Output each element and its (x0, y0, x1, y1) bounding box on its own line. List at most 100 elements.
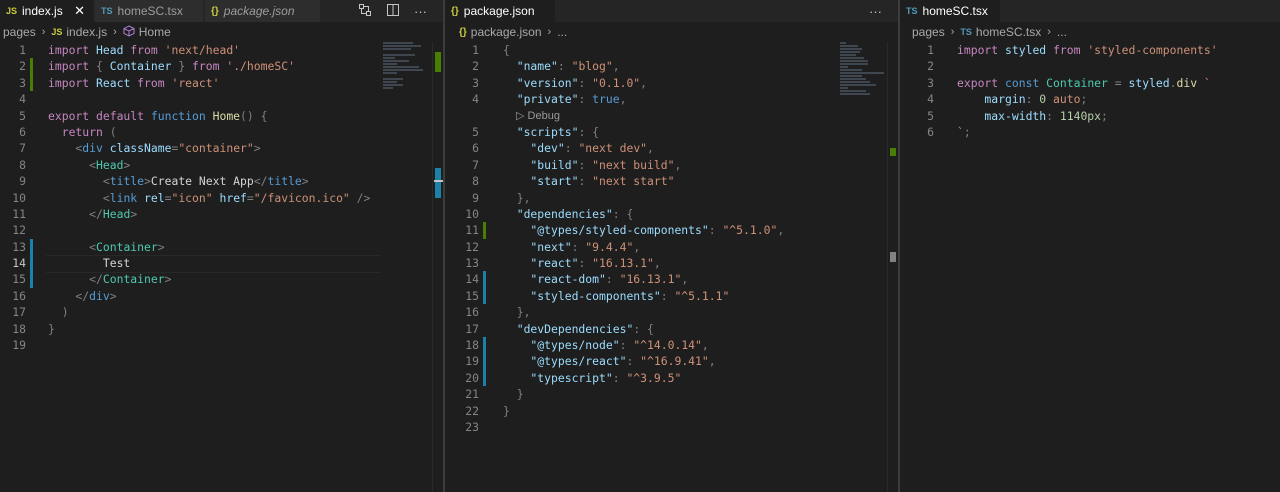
added-gutter-marker[interactable] (30, 58, 33, 75)
code-line[interactable]: 3 import React from 'react' (0, 74, 443, 92)
code-line[interactable]: 4 margin: 0 auto; (900, 91, 1280, 107)
code-line[interactable]: 8 <Head> (0, 157, 443, 173)
code-token: title (109, 174, 145, 189)
codelens-debug[interactable]: ▷ Debug (445, 108, 898, 124)
breadcrumb-item[interactable]: homeSC.tsx (976, 25, 1041, 39)
modified-gutter-marker[interactable] (483, 287, 486, 305)
code-line[interactable]: 8 "start": "next start" (445, 173, 898, 189)
line-number: 7 (472, 157, 479, 172)
more-actions-icon[interactable]: ··· (414, 4, 427, 19)
code-line[interactable]: 1 import styled from 'styled-components' (900, 42, 1280, 58)
code-line[interactable]: 11 "@types/styled-components": "^5.1.0", (445, 222, 898, 239)
code-line[interactable]: 6 return ( (0, 124, 443, 140)
scrollbar-track[interactable] (887, 42, 898, 492)
code-line[interactable]: 18 "@types/node": "^14.0.14", (445, 337, 898, 354)
breadcrumb-item[interactable]: pages (3, 25, 36, 39)
modified-gutter-marker[interactable] (30, 238, 33, 256)
code-line[interactable]: 5 export default function Home() { (0, 108, 443, 124)
code-token: : (578, 174, 593, 189)
line-number: 22 (465, 403, 479, 418)
code-line[interactable]: 16 }, (445, 304, 898, 320)
code-line[interactable]: 15 </Container> (0, 271, 443, 288)
code-line[interactable]: 15 "styled-components": "^5.1.1" (445, 287, 898, 305)
code-token: , (640, 75, 648, 90)
breadcrumb-item[interactable]: package.json (471, 25, 542, 39)
code-line[interactable]: 13 <Container> (0, 238, 443, 256)
breadcrumb-item[interactable]: ... (1057, 25, 1067, 39)
compare-icon[interactable] (358, 3, 372, 20)
tab-index-js[interactable]: JS index.js ✕ (0, 0, 93, 22)
more-actions-icon[interactable]: ··· (869, 4, 882, 19)
code-line[interactable]: 12 "next": "9.4.4", (445, 239, 898, 255)
line-number: 13 (12, 239, 26, 254)
modified-gutter-marker[interactable] (483, 337, 486, 354)
code-line[interactable]: 2 import { Container } from './homeSC' (0, 58, 443, 75)
js-file-icon: JS (6, 6, 18, 16)
breadcrumb-item[interactable]: index.js (66, 25, 107, 39)
tab-package-json[interactable]: {} package.json (205, 0, 320, 22)
added-gutter-marker[interactable] (483, 222, 486, 239)
code-token: /> (349, 190, 371, 205)
code-line[interactable]: 3 export const Container = styled.div ` (900, 75, 1280, 91)
modified-gutter-marker[interactable] (30, 255, 33, 272)
code-line[interactable]: 7 "build": "next build", (445, 157, 898, 173)
line-number: 9 (19, 174, 26, 189)
modified-gutter-marker[interactable] (483, 353, 486, 370)
close-icon[interactable]: ✕ (74, 3, 85, 19)
code-token: }, (503, 190, 531, 205)
scrollbar-track[interactable] (432, 42, 443, 492)
code-line[interactable]: 17 ) (0, 304, 443, 320)
code-line[interactable]: 14 "react-dom": "16.13.1", (445, 271, 898, 288)
code-area[interactable]: 1 import styled from 'styled-components' 2… (900, 42, 1280, 140)
code-line[interactable]: 5 max-width: 1140px; (900, 108, 1280, 124)
code-line[interactable]: 2 "name": "blog", (445, 58, 898, 74)
tab-package-json[interactable]: {} package.json (445, 0, 555, 22)
chevron-right-icon: › (547, 26, 552, 38)
code-line[interactable]: 20 "typescript": "^3.9.5" (445, 369, 898, 387)
code-line[interactable]: 21 } (445, 386, 898, 402)
tab-homesc-tsx[interactable]: TS homeSC.tsx (900, 0, 1000, 22)
code-line[interactable]: 5 "scripts": { (445, 124, 898, 140)
code-line[interactable]: 7 <div className="container"> (0, 140, 443, 156)
code-area[interactable]: 1{2 "name": "blog", 3 "version": "0.1.0",… (445, 42, 898, 435)
function-symbol-icon (123, 24, 135, 40)
code-line[interactable]: 6 "dev": "next dev", (445, 140, 898, 156)
code-line[interactable]: 9 }, (445, 190, 898, 206)
code-line[interactable]: 17 "devDependencies": { (445, 321, 898, 337)
split-editor-icon[interactable] (386, 3, 400, 20)
code-line[interactable]: 10 <link rel="icon" href="/favicon.ico" … (0, 190, 443, 206)
code-line[interactable]: 10 "dependencies": { (445, 206, 898, 222)
code-line[interactable]: 16 </div> (0, 288, 443, 304)
modified-gutter-marker[interactable] (483, 369, 486, 387)
code-line[interactable]: 13 "react": "16.13.1", (445, 255, 898, 271)
code-line[interactable]: 19 (0, 337, 443, 353)
code-line[interactable]: 23 (445, 419, 898, 435)
line-number: 12 (12, 223, 26, 238)
breadcrumb-item[interactable]: Home (139, 25, 171, 39)
code-area[interactable]: 1 import Head from 'next/head' 2 import { C… (0, 42, 443, 353)
code-line[interactable]: 4 "private": true, (445, 91, 898, 107)
code-line[interactable]: 3 "version": "0.1.0", (445, 75, 898, 91)
minimap[interactable] (383, 42, 438, 102)
code-line[interactable]: 14 Test (0, 255, 443, 274)
code-line[interactable]: 6 `; (900, 124, 1280, 140)
added-gutter-marker[interactable] (30, 74, 33, 92)
code-line[interactable]: 18} (0, 321, 443, 337)
code-line[interactable]: 1{ (445, 42, 898, 58)
modified-gutter-marker[interactable] (30, 271, 33, 288)
code-token: : (1025, 92, 1040, 107)
modified-gutter-marker[interactable] (483, 271, 486, 288)
code-line[interactable]: 1 import Head from 'next/head' (0, 42, 443, 58)
breadcrumb-item[interactable]: ... (557, 25, 567, 39)
code-line[interactable]: 2 (900, 58, 1280, 74)
code-line[interactable]: 9 <title>Create Next App</title> (0, 173, 443, 189)
code-line[interactable]: 19 "@types/react": "^16.9.41", (445, 353, 898, 370)
code-line[interactable]: 4 (0, 91, 443, 107)
code-token: < (48, 239, 97, 254)
tab-homesc-tsx[interactable]: TS homeSC.tsx (95, 0, 203, 22)
code-line[interactable]: 22} (445, 403, 898, 419)
code-line[interactable]: 11 </Head> (0, 206, 443, 222)
ts-file-icon: TS (906, 6, 918, 16)
breadcrumb-item[interactable]: pages (912, 25, 945, 39)
code-line[interactable]: 12 (0, 222, 443, 238)
